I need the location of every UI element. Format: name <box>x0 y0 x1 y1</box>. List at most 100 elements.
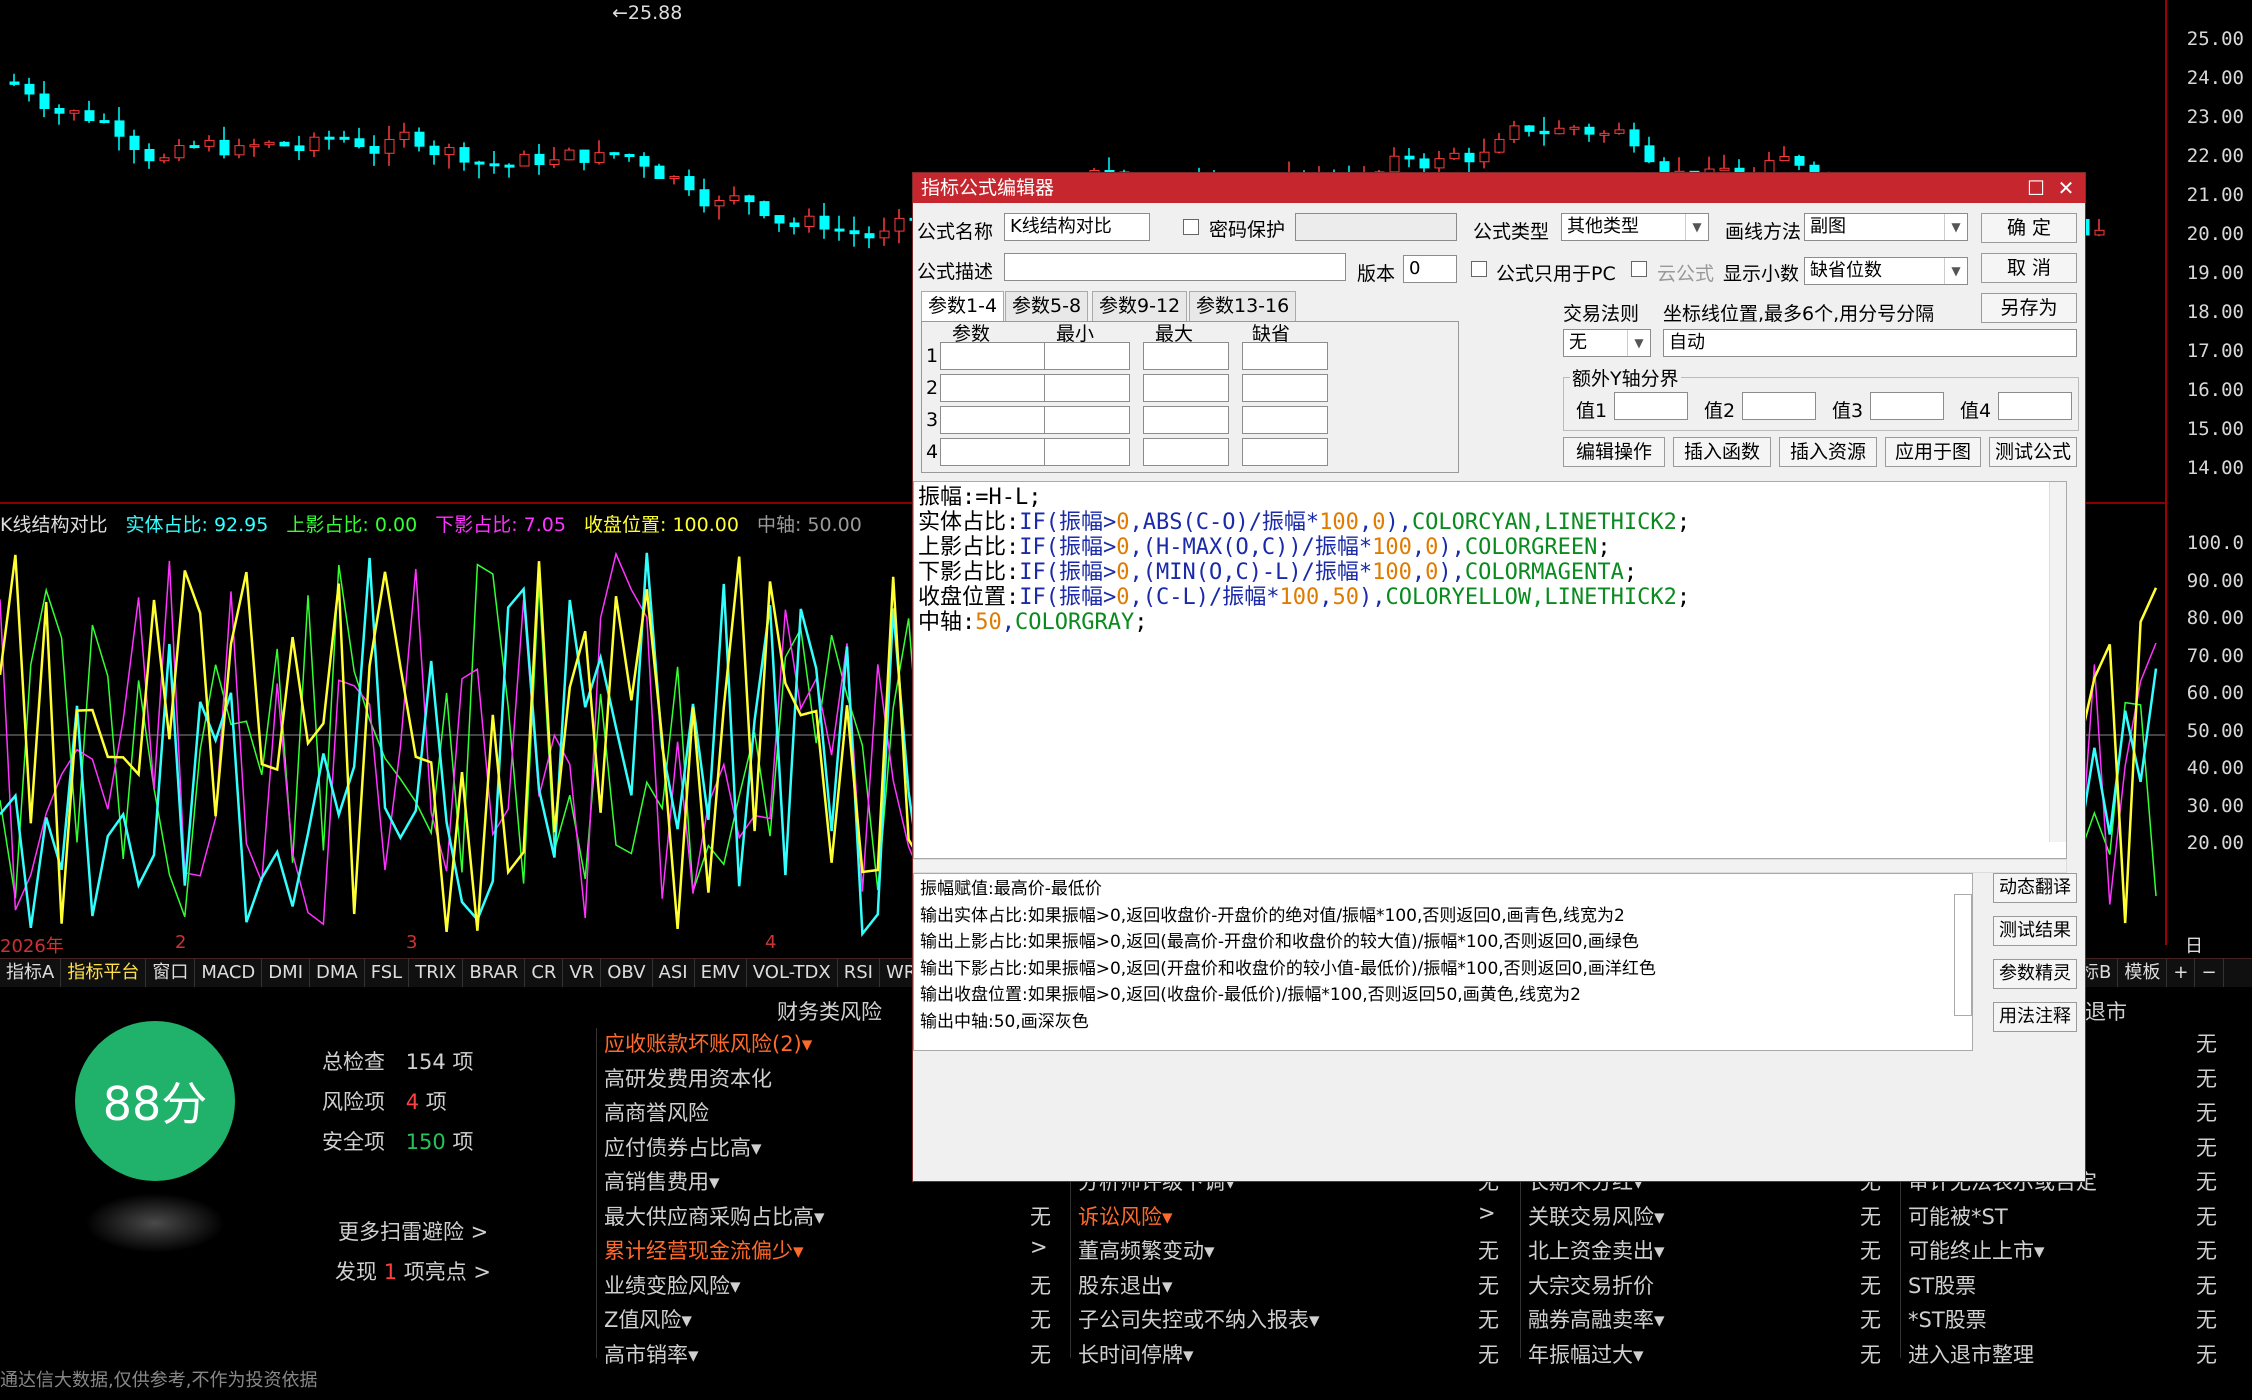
tab-params-1-4[interactable]: 参数1-4 <box>921 291 1005 322</box>
tab-params-5-8[interactable]: 参数5-8 <box>1005 291 1089 322</box>
risk-item-label[interactable]: 应收账款坏账风险(2)▾ <box>604 1028 812 1058</box>
param-cell-input[interactable] <box>1242 342 1328 370</box>
indicator-tab[interactable]: FSL <box>365 959 410 987</box>
indicator-tab[interactable]: VOL-TDX <box>747 959 838 987</box>
risk-item-label[interactable]: 应付债券占比高▾ <box>604 1132 762 1162</box>
risk-item-label[interactable]: 高销售费用▾ <box>604 1166 720 1196</box>
trade-rule-select[interactable]: 无 ▼ <box>1563 329 1651 357</box>
editor-vscrollbar[interactable] <box>2049 482 2066 842</box>
version-input[interactable]: 0 <box>1403 255 1457 283</box>
risk-item-label[interactable]: 业绩变脸风险▾ <box>604 1270 741 1300</box>
test-result-button[interactable]: 测试结果 <box>1993 916 2077 946</box>
insert-resource-button[interactable]: 插入资源 <box>1779 437 1877 467</box>
param-cell-input[interactable] <box>940 374 1046 402</box>
desc-vscrollbar[interactable] <box>1954 894 1972 1016</box>
indicator-tab[interactable]: DMI <box>262 959 310 987</box>
param-cell-input[interactable] <box>1044 406 1130 434</box>
risk-item-label[interactable]: 北上资金卖出▾ <box>1528 1235 1665 1265</box>
risk-item-label[interactable]: 融券高融卖率▾ <box>1528 1304 1665 1334</box>
usage-notes-button[interactable]: 用法注释 <box>1993 1002 2077 1032</box>
indicator-tab[interactable]: DMA <box>310 959 365 987</box>
tab-params-9-12[interactable]: 参数9-12 <box>1092 291 1188 322</box>
editor-hscrollbar[interactable] <box>913 859 2067 873</box>
risk-item-label[interactable]: 股东退出▾ <box>1078 1270 1173 1300</box>
draw-method-select[interactable]: 副图 ▼ <box>1804 213 1968 241</box>
indicator-tab[interactable]: CR <box>525 959 564 987</box>
param-cell-input[interactable] <box>940 438 1046 466</box>
risk-item-label[interactable]: 子公司失控或不纳入报表▾ <box>1078 1304 1320 1334</box>
formula-name-input[interactable]: K线结构对比 <box>1004 213 1150 241</box>
formula-code-editor[interactable]: 振幅:=H-L; 实体占比:IF(振幅>0,ABS(C-O)/振幅*100,0),… <box>913 481 2067 859</box>
risk-item-label[interactable]: 高市销率▾ <box>604 1339 699 1369</box>
param-cell-input[interactable] <box>1242 374 1328 402</box>
indicator-tab-right[interactable]: + <box>2167 959 2196 987</box>
tab-params-13-16[interactable]: 参数13-16 <box>1189 291 1297 322</box>
apply-to-chart-button[interactable]: 应用于图 <box>1885 437 1981 467</box>
param-cell-input[interactable] <box>1242 406 1328 434</box>
close-icon[interactable]: ✕ <box>2051 173 2081 203</box>
risk-item-label[interactable]: 大宗交易折价 <box>1528 1270 1654 1300</box>
indicator-tab-right[interactable]: − <box>2195 959 2224 987</box>
risk-item-label[interactable]: 诉讼风险▾ <box>1078 1201 1173 1231</box>
risk-item-label[interactable]: 董高频繁变动▾ <box>1078 1235 1215 1265</box>
risk-item-label[interactable]: 累计经营现金流偏少▾ <box>604 1235 804 1265</box>
indicator-tab[interactable]: 指标A <box>0 959 62 987</box>
password-checkbox[interactable] <box>1183 219 1199 235</box>
param-cell-input[interactable] <box>1044 374 1130 402</box>
cloud-checkbox[interactable] <box>1631 261 1647 277</box>
formula-desc-input[interactable] <box>1004 253 1346 281</box>
y-val4-input[interactable] <box>1998 392 2072 420</box>
risk-item-label[interactable]: ST股票 <box>1908 1270 1976 1300</box>
risk-item-label[interactable]: 关联交易风险▾ <box>1528 1201 1665 1231</box>
indicator-tab[interactable]: MACD <box>195 959 263 987</box>
param-cell-input[interactable] <box>1044 342 1130 370</box>
pc-only-checkbox[interactable] <box>1471 261 1487 277</box>
indicator-tab-right[interactable]: 模板 <box>2118 959 2168 987</box>
cancel-button[interactable]: 取 消 <box>1981 253 2077 283</box>
y-val1-input[interactable] <box>1614 392 1688 420</box>
param-cell-input[interactable] <box>1242 438 1328 466</box>
indicator-tab[interactable]: 指标平台 <box>61 959 147 987</box>
test-formula-button[interactable]: 测试公式 <box>1989 437 2077 467</box>
y-val3-input[interactable] <box>1870 392 1944 420</box>
param-cell-input[interactable] <box>1044 438 1130 466</box>
param-cell-input[interactable] <box>1143 406 1229 434</box>
decimals-select[interactable]: 缺省位数 ▼ <box>1804 257 1968 285</box>
indicator-tab[interactable]: VR <box>563 959 602 987</box>
save-as-button[interactable]: 另存为 <box>1981 293 2077 323</box>
indicator-tab[interactable]: EMV <box>695 959 747 987</box>
insert-function-button[interactable]: 插入函数 <box>1673 437 1771 467</box>
risk-item-label[interactable]: 可能被*ST <box>1908 1201 2008 1231</box>
risk-item-label[interactable]: 高研发费用资本化 <box>604 1063 772 1093</box>
param-wizard-button[interactable]: 参数精灵 <box>1993 959 2077 989</box>
param-cell-input[interactable] <box>940 406 1046 434</box>
indicator-tab[interactable]: ASI <box>653 959 695 987</box>
indicator-tab[interactable]: BRAR <box>463 959 526 987</box>
indicator-tab[interactable]: RSI <box>838 959 880 987</box>
indicator-tab[interactable]: 窗口 <box>146 959 196 987</box>
coord-lines-input[interactable]: 自动 <box>1663 329 2077 357</box>
formula-type-select[interactable]: 其他类型 ▼ <box>1561 213 1709 241</box>
dialog-titlebar[interactable]: 指标公式编辑器 ☐ ✕ <box>913 173 2085 203</box>
indicator-tab[interactable]: OBV <box>601 959 653 987</box>
maximize-icon[interactable]: ☐ <box>2021 173 2051 203</box>
risk-item-label[interactable]: *ST股票 <box>1908 1304 1987 1334</box>
edit-ops-button[interactable]: 编辑操作 <box>1563 437 1665 467</box>
more-scan-link[interactable]: 更多扫雷避险 > <box>338 1216 488 1246</box>
risk-item-label[interactable]: Z值风险▾ <box>604 1304 692 1334</box>
risk-item-label[interactable]: 年振幅过大▾ <box>1528 1339 1644 1369</box>
risk-item-label[interactable]: 可能终止上市▾ <box>1908 1235 2045 1265</box>
risk-item-label[interactable]: 进入退市整理 <box>1908 1339 2034 1369</box>
highlights-link[interactable]: 发现 1 项亮点 > <box>335 1256 491 1286</box>
param-cell-input[interactable] <box>940 342 1046 370</box>
risk-item-label[interactable]: 最大供应商采购占比高▾ <box>604 1201 825 1231</box>
param-cell-input[interactable] <box>1143 374 1229 402</box>
risk-item-label[interactable]: 长时间停牌▾ <box>1078 1339 1194 1369</box>
y-val2-input[interactable] <box>1742 392 1816 420</box>
indicator-tab[interactable]: TRIX <box>409 959 464 987</box>
password-input[interactable] <box>1295 213 1457 241</box>
risk-item-label[interactable]: 高商誉风险 <box>604 1097 709 1127</box>
param-cell-input[interactable] <box>1143 342 1229 370</box>
dynamic-translate-button[interactable]: 动态翻译 <box>1993 873 2077 903</box>
ok-button[interactable]: 确 定 <box>1981 213 2077 243</box>
